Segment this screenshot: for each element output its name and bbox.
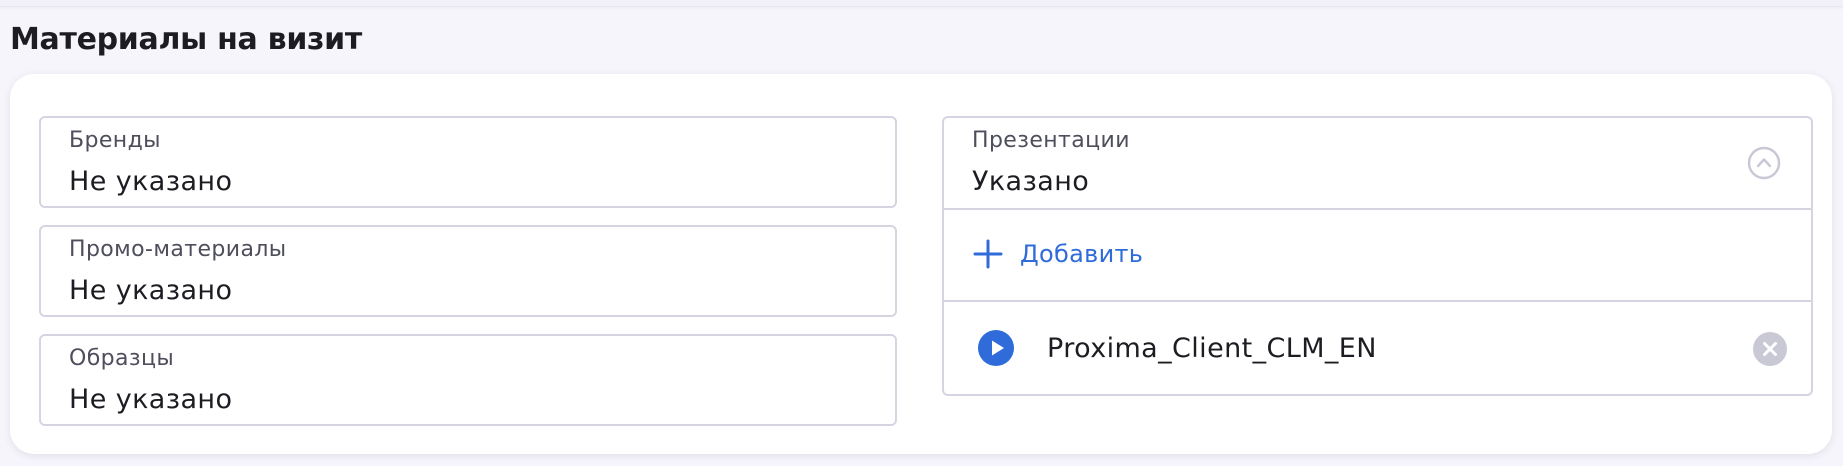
brands-field[interactable]: Бренды Не указано	[39, 116, 897, 208]
samples-field[interactable]: Образцы Не указано	[39, 334, 897, 426]
top-strip	[0, 0, 1843, 7]
add-presentation-label: Добавить	[1020, 240, 1144, 268]
materials-card: Бренды Не указано Промо-материалы Не ука…	[10, 74, 1832, 454]
presentations-value: Указано	[972, 166, 1090, 197]
chevron-up-circle-icon[interactable]	[1747, 146, 1781, 180]
presentation-list-item: Proxima_Client_CLM_EN	[944, 302, 1811, 394]
close-circle-icon[interactable]	[1753, 332, 1787, 366]
samples-value: Не указано	[69, 384, 233, 415]
section-title: Материалы на визит	[10, 22, 362, 57]
promo-materials-value: Не указано	[69, 275, 233, 306]
brands-value: Не указано	[69, 166, 233, 197]
presentations-label: Презентации	[972, 128, 1130, 153]
play-circle-icon[interactable]	[978, 330, 1014, 366]
promo-materials-label: Промо-материалы	[69, 237, 287, 262]
presentations-header[interactable]: Презентации Указано	[944, 118, 1811, 210]
promo-materials-field[interactable]: Промо-материалы Не указано	[39, 225, 897, 317]
add-presentation-button[interactable]: Добавить	[944, 210, 1811, 302]
brands-label: Бренды	[69, 128, 161, 153]
samples-label: Образцы	[69, 346, 175, 371]
presentation-name: Proxima_Client_CLM_EN	[1047, 333, 1377, 364]
presentations-field: Презентации Указано Добавить Proxima_Cli…	[942, 116, 1813, 396]
plus-icon	[972, 238, 1004, 270]
